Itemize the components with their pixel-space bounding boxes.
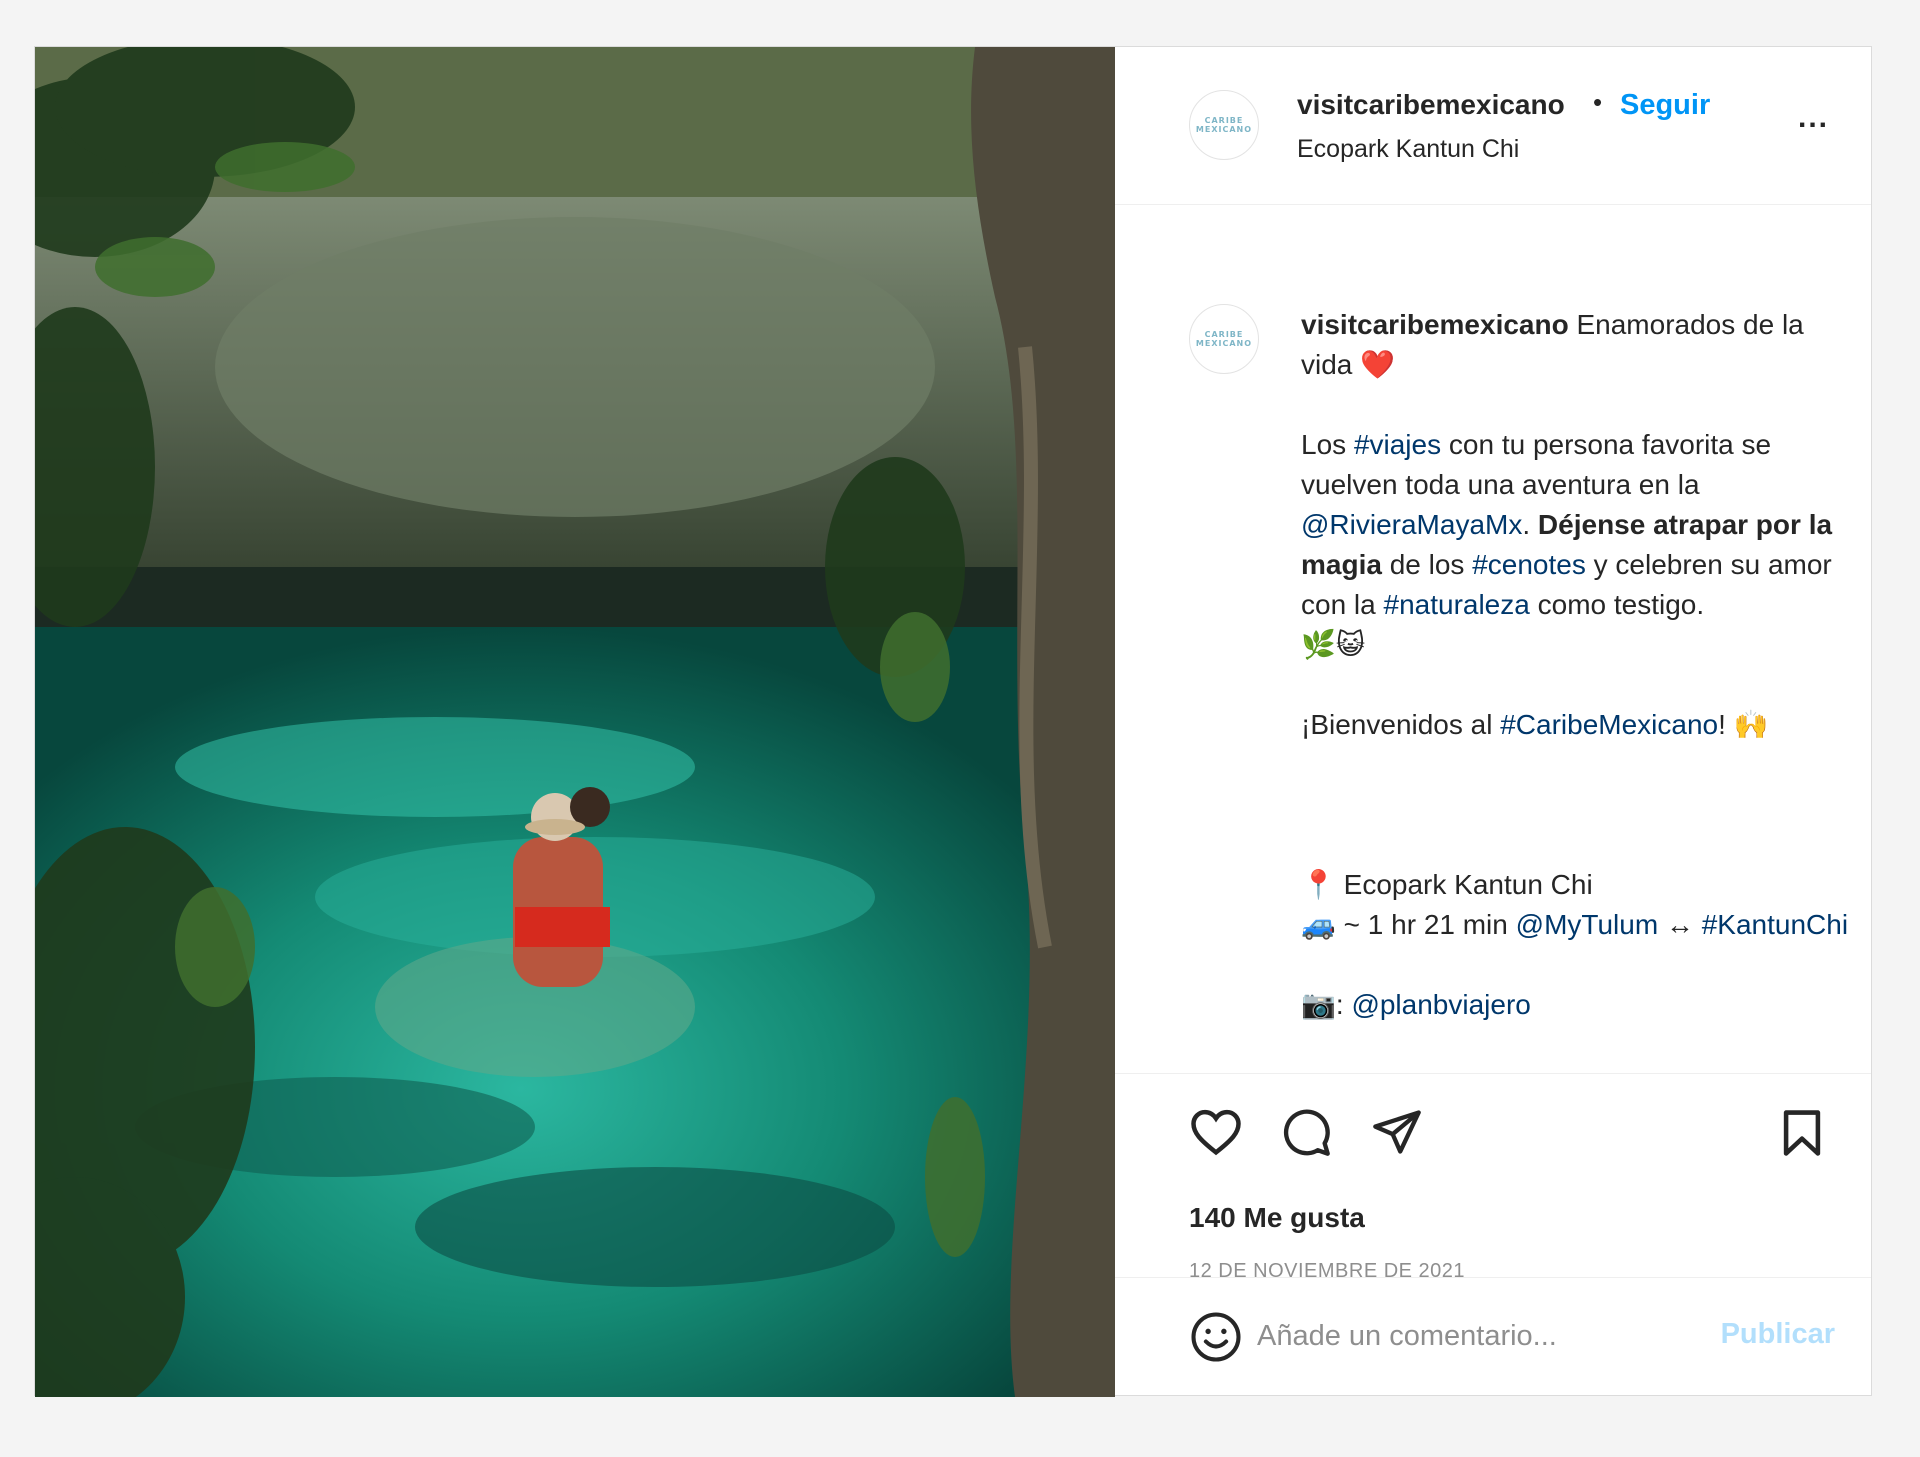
caption-text-segment: : [1335, 989, 1352, 1020]
pin-emoji: 📍 [1301, 868, 1336, 901]
hashtag-kantunchi[interactable]: #KantunChi [1702, 909, 1848, 940]
caption-text-segment: de los [1381, 549, 1473, 580]
post-header: CARIBE MEXICANO visitcaribemexicano • Se… [1115, 47, 1871, 205]
post-card: CARIBE MEXICANO visitcaribemexicano • Se… [34, 46, 1872, 1397]
camera-emoji: 📷 [1301, 988, 1336, 1021]
caption-text-segment: ~ 1 hr 21 min [1335, 909, 1516, 940]
car-emoji: 🚙 [1301, 908, 1336, 941]
comment-bar: Publicar [1115, 1277, 1871, 1396]
comment-input[interactable] [1255, 1308, 1719, 1364]
comment-icon[interactable] [1279, 1106, 1333, 1163]
caption-emojis: 🌿😺 [1301, 628, 1366, 661]
post-photo[interactable] [35, 47, 1115, 1397]
avatar[interactable]: CARIBE MEXICANO [1189, 90, 1259, 160]
hashtag-naturaleza[interactable]: #naturaleza [1384, 589, 1530, 620]
avatar-logo: CARIBE MEXICANO [1195, 116, 1253, 134]
mention-mytulum[interactable]: @MyTulum [1516, 909, 1659, 940]
mention-riviera[interactable]: @RivieraMayaMx [1301, 509, 1522, 540]
separator-dot: • [1593, 87, 1603, 117]
hashtag-caribemexicano[interactable]: #CaribeMexicano [1500, 709, 1718, 740]
cenote-photo-illustration [35, 47, 1115, 1397]
share-icon[interactable] [1371, 1108, 1423, 1161]
hashtag-viajes[interactable]: #viajes [1354, 429, 1441, 460]
caption-username[interactable]: visitcaribemexicano [1301, 309, 1569, 340]
caption-text-segment: ¡Bienvenidos al [1301, 709, 1501, 740]
caption-text-segment: Los [1301, 429, 1354, 460]
more-options-button[interactable]: ... [1798, 101, 1829, 135]
post-side-panel: CARIBE MEXICANO visitcaribemexicano • Se… [1115, 47, 1871, 1395]
pin-location-text: Ecopark Kantun Chi [1335, 869, 1593, 900]
heart-emoji: ❤️ [1360, 348, 1396, 381]
bookmark-icon[interactable] [1781, 1108, 1823, 1163]
caption-text: visitcaribemexicano Enamorados de la vid… [1301, 305, 1861, 1025]
username-link[interactable]: visitcaribemexicano [1297, 89, 1565, 121]
caption-text-segment: ↔ [1658, 909, 1702, 940]
hashtag-cenotes[interactable]: #cenotes [1472, 549, 1586, 580]
caption-area[interactable]: CARIBE MEXICANO visitcaribemexicano Enam… [1115, 205, 1871, 1073]
smiley-icon[interactable] [1189, 1310, 1243, 1369]
follow-button[interactable]: Seguir [1620, 89, 1710, 122]
avatar-logo: CARIBE MEXICANO [1195, 330, 1253, 348]
caption-text-segment: como testigo. [1529, 589, 1705, 620]
publish-button[interactable]: Publicar [1721, 1318, 1835, 1351]
caption-text-segment: ! 🙌 [1718, 709, 1769, 740]
location-link[interactable]: Ecopark Kantun Chi [1297, 135, 1519, 164]
likes-count[interactable]: 140 Me gusta [1189, 1202, 1365, 1234]
caption-text-segment: . [1522, 509, 1538, 540]
heart-icon[interactable] [1189, 1106, 1243, 1161]
mention-planbviajero[interactable]: @planbviajero [1351, 989, 1530, 1020]
post-actions: 140 Me gusta 12 DE NOVIEMBRE DE 2021 [1115, 1073, 1871, 1296]
caption-avatar[interactable]: CARIBE MEXICANO [1189, 304, 1259, 374]
